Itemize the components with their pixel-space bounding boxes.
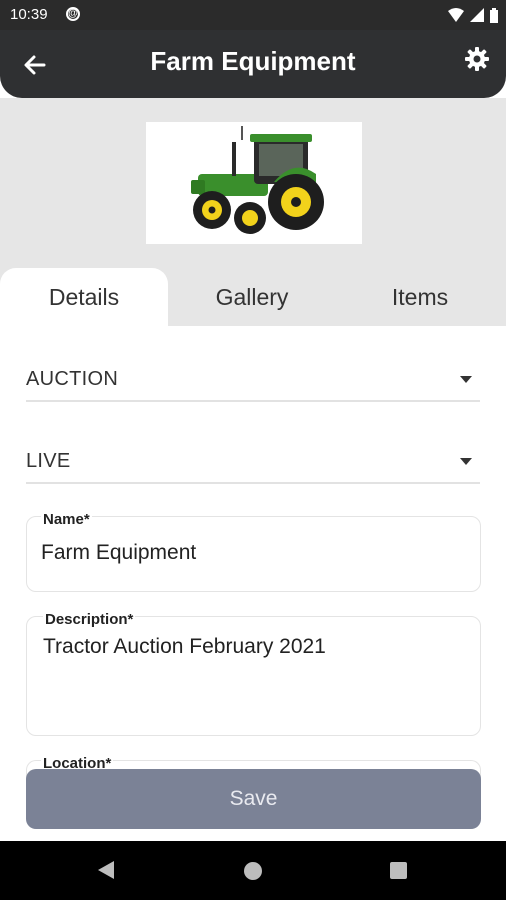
name-field[interactable]: Name* Farm Equipment <box>26 511 481 592</box>
auction-mode-select[interactable]: LIVE <box>26 442 480 484</box>
auction-type-value: AUCTION <box>26 368 119 390</box>
tab-bar: Details Gallery Items <box>0 268 506 326</box>
tab-details[interactable]: Details <box>0 268 168 326</box>
dropdown-arrow-icon <box>460 376 472 383</box>
nav-recents-icon[interactable] <box>390 862 407 879</box>
auction-type-select[interactable]: AUCTION <box>26 360 480 402</box>
status-icons <box>448 7 498 23</box>
tractor-image <box>191 126 324 234</box>
system-nav-bar <box>0 841 506 900</box>
equipment-image[interactable] <box>146 122 362 244</box>
app-bar: Farm Equipment <box>0 30 506 98</box>
auction-mode-value: LIVE <box>26 450 71 472</box>
save-button[interactable]: Save <box>26 769 481 829</box>
at-sign-icon: @ <box>66 7 80 21</box>
signal-icon <box>470 8 484 22</box>
name-label: Name* <box>41 511 92 528</box>
description-label: Description* <box>43 611 136 628</box>
battery-icon <box>490 7 498 23</box>
status-bar: 10:39 @ <box>0 0 506 30</box>
wifi-icon <box>448 8 464 22</box>
status-time: 10:39 <box>10 6 48 23</box>
dropdown-arrow-icon <box>460 458 472 465</box>
page-title: Farm Equipment <box>150 46 356 76</box>
tab-gallery[interactable]: Gallery <box>168 268 336 326</box>
settings-button[interactable] <box>462 44 492 74</box>
nav-back-icon[interactable] <box>98 861 114 879</box>
description-value: Tractor Auction February 2021 <box>43 635 326 658</box>
gear-icon <box>465 47 489 71</box>
name-value: Farm Equipment <box>41 541 197 564</box>
nav-home-icon[interactable] <box>244 862 262 880</box>
description-field[interactable]: Description* Tractor Auction February 20… <box>26 611 481 736</box>
tab-items[interactable]: Items <box>336 268 504 326</box>
